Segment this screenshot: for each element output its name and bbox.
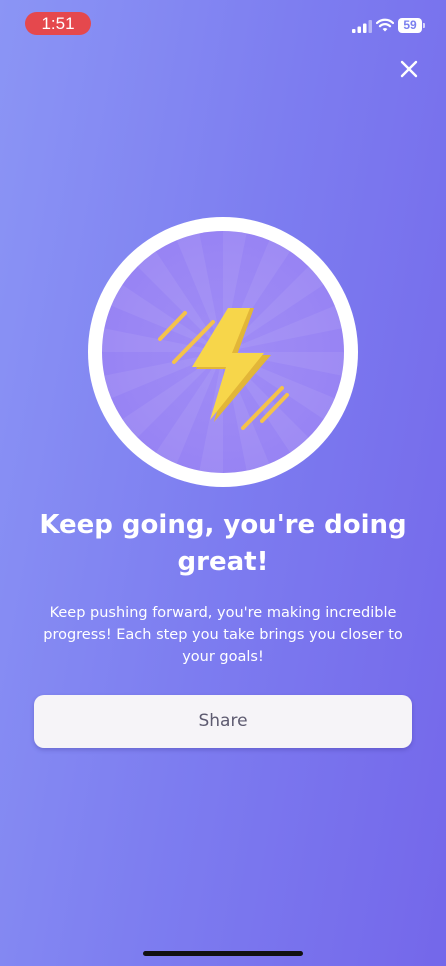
status-time: 1:51 <box>25 12 91 35</box>
battery-level: 59 <box>398 18 422 33</box>
achievement-badge <box>88 217 358 487</box>
wifi-icon <box>376 18 394 32</box>
close-icon <box>400 60 418 78</box>
status-bar: 1:51 59 <box>0 0 446 46</box>
battery-cap <box>423 23 425 28</box>
lightning-bolt-icon <box>102 231 344 473</box>
share-button[interactable]: Share <box>34 695 412 748</box>
signal-icon <box>352 20 372 33</box>
close-button[interactable] <box>396 56 422 82</box>
achievement-screen: 1:51 59 Keep going, you're doing great! … <box>0 0 446 966</box>
home-indicator <box>143 951 303 956</box>
description: Keep pushing forward, you're making incr… <box>43 605 403 665</box>
headline: Keep going, you're doing great! <box>39 510 407 577</box>
battery-icon: 59 <box>398 18 426 33</box>
badge-disc <box>102 231 344 473</box>
